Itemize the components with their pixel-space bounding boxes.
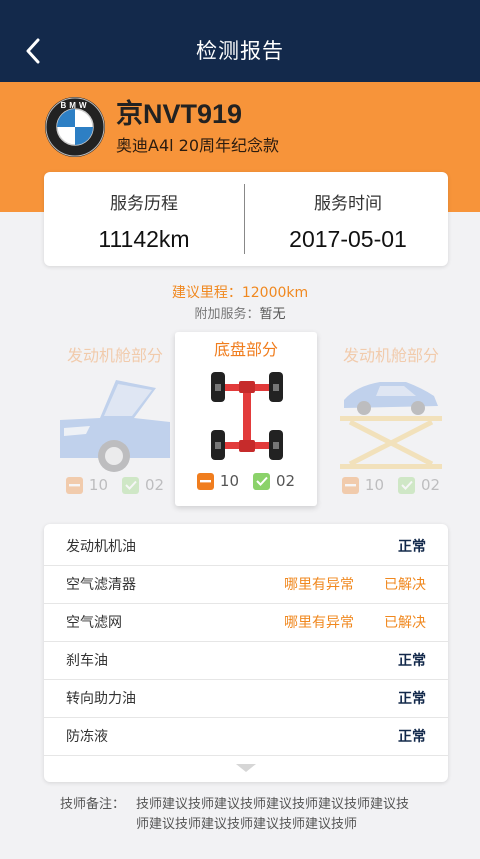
check-status: 正常 <box>398 691 426 707</box>
check-status: 已解决 <box>384 577 426 593</box>
check-name: 转向助力油 <box>66 691 136 707</box>
check-status: 正常 <box>398 729 426 745</box>
top-nav-bar: 检测报告 <box>0 0 480 82</box>
service-time-value: 2017-05-01 <box>289 226 407 252</box>
extra-service: 附加服务：暂无 <box>0 305 480 325</box>
stats-divider <box>244 184 245 254</box>
check-icon <box>398 476 415 494</box>
part-title: 底盘部分 <box>213 340 278 359</box>
check-row-antifreeze[interactable]: 防冻液 正常 <box>44 718 448 756</box>
check-row-air-filter[interactable]: 空气滤清器 哪里有异常 已解决 <box>44 566 448 604</box>
abnormal-count: 10 <box>364 476 384 494</box>
note-text: 技师建议技师建议技师建议技师建议技师建议技师建议技师建议技师建议技师建议技师 <box>136 797 410 832</box>
abnormal-icon <box>196 472 214 490</box>
chassis-icon <box>211 372 283 460</box>
part-card-chassis[interactable]: 底盘部分 10 02 <box>175 332 317 506</box>
check-name: 防冻液 <box>66 729 108 745</box>
check-name: 空气滤清器 <box>66 577 136 593</box>
check-icon <box>122 476 139 494</box>
abnormal-icon <box>341 476 359 494</box>
check-list-card: 发动机机油 正常 空气滤清器 哪里有异常 已解决 空气滤网 哪里有异常 已解决 … <box>44 524 448 782</box>
engine-car-icon <box>60 380 170 472</box>
normal-count: 02 <box>421 476 441 494</box>
part-card-lift[interactable]: 发动机舱部分 10 02 <box>320 338 462 502</box>
mileage-stat: 服务历程 11142km <box>44 172 244 254</box>
plate-number: 京NVT919 <box>116 99 243 129</box>
mileage-value: 11142km <box>98 226 190 252</box>
check-issue: 哪里有异常 <box>284 615 354 631</box>
part-card-engine[interactable]: 发动机舱部分 10 02 <box>44 338 186 502</box>
check-status: 正常 <box>398 653 426 669</box>
car-model: 奥迪A4l 20周年纪念款 <box>116 136 280 155</box>
page-title: 检测报告 <box>196 39 284 63</box>
abnormal-count: 10 <box>88 476 108 494</box>
check-row-engine-oil[interactable]: 发动机机油 正常 <box>44 528 448 566</box>
part-counts: 10 02 <box>320 476 462 494</box>
bmw-logo-icon: BMW <box>45 97 105 157</box>
part-counts: 10 02 <box>44 476 186 494</box>
check-status: 已解决 <box>384 615 426 631</box>
check-row-air-screen[interactable]: 空气滤网 哪里有异常 已解决 <box>44 604 448 642</box>
check-row-steering-fluid[interactable]: 转向助力油 正常 <box>44 680 448 718</box>
bmw-logo-text: BMW <box>61 101 90 110</box>
mileage-label: 服务历程 <box>110 194 178 214</box>
part-title: 发动机舱部分 <box>66 346 163 365</box>
check-status: 正常 <box>398 539 426 555</box>
part-counts: 10 02 <box>175 472 317 490</box>
extra-service-value: 暂无 <box>259 307 286 322</box>
car-lift-icon <box>340 382 442 469</box>
check-issue: 哪里有异常 <box>284 577 354 593</box>
normal-count: 02 <box>145 476 165 494</box>
service-stats-card: 服务历程 11142km 服务时间 2017-05-01 <box>44 172 448 266</box>
check-name: 发动机机油 <box>66 539 136 555</box>
check-name: 刹车油 <box>66 653 108 669</box>
note-label: 技师备注： <box>60 797 126 812</box>
suggested-mileage: 建议里程：12000km <box>171 285 309 301</box>
expand-arrow-icon[interactable] <box>236 764 256 774</box>
part-title: 发动机舱部分 <box>342 346 439 365</box>
extra-service-label: 附加服务： <box>194 307 260 322</box>
check-icon <box>253 472 270 490</box>
abnormal-icon <box>65 476 83 494</box>
service-time-label: 服务时间 <box>314 194 382 214</box>
service-time-stat: 服务时间 2017-05-01 <box>248 172 448 254</box>
normal-count: 02 <box>276 472 296 490</box>
abnormal-count: 10 <box>219 472 239 490</box>
check-row-brake-fluid[interactable]: 刹车油 正常 <box>44 642 448 680</box>
check-name: 空气滤网 <box>66 615 122 631</box>
